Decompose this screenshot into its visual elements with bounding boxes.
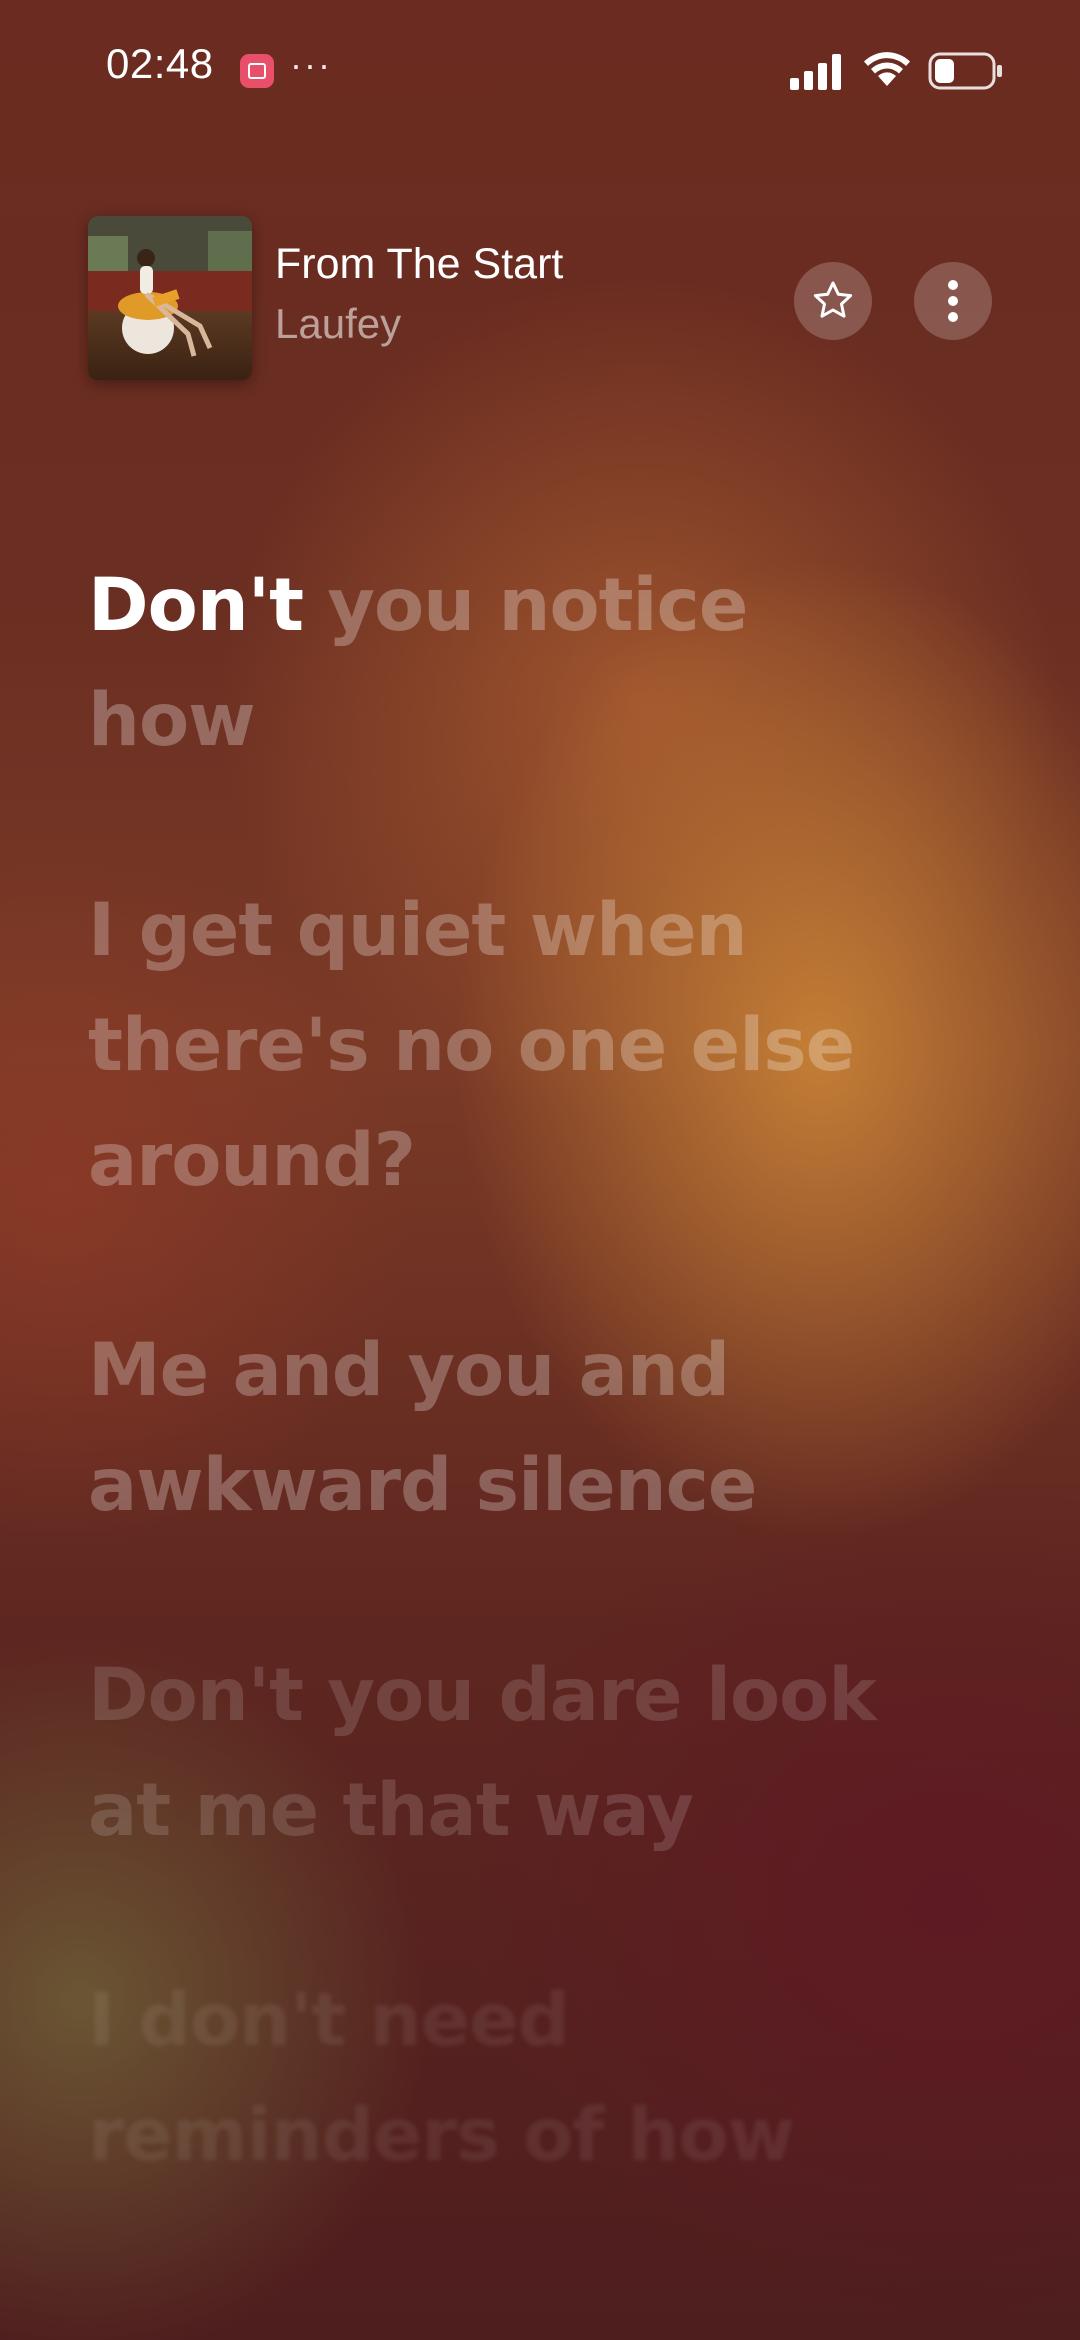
lyric-unsung-text: how xyxy=(88,678,256,763)
lyric-text: around? xyxy=(88,1118,416,1203)
lyric-line[interactable]: Me and you and awkward silence xyxy=(88,1313,988,1543)
lyric-text: reminders of how xyxy=(88,2093,795,2178)
battery-icon xyxy=(928,52,1002,90)
lyric-text: awkward silence xyxy=(88,1443,757,1528)
more-options-button[interactable] xyxy=(914,262,992,340)
app-notification-icon xyxy=(240,54,274,88)
lyric-text: there's no one else xyxy=(88,1003,855,1088)
lyric-sung-word: Don't xyxy=(88,563,304,648)
cellular-signal-icon xyxy=(790,54,841,90)
vertical-ellipsis-icon xyxy=(948,280,958,322)
song-title[interactable]: From The Start xyxy=(275,240,563,289)
now-playing-header: From The Start Laufey xyxy=(0,210,1080,390)
lyric-text: at me that way xyxy=(88,1768,694,1853)
album-artwork[interactable] xyxy=(88,216,252,380)
lyric-text: I don't need xyxy=(88,1978,570,2063)
wifi-icon xyxy=(864,52,910,86)
favorite-button[interactable] xyxy=(794,262,872,340)
lyric-line-current[interactable]: Don't you notice how xyxy=(88,548,988,778)
more-notifications-indicator: ··· xyxy=(290,44,332,85)
lyric-line[interactable]: I don't need reminders of how xyxy=(88,1963,988,2193)
status-time: 02:48 xyxy=(106,40,214,87)
star-outline-icon xyxy=(813,281,853,318)
artist-name[interactable]: Laufey xyxy=(275,300,401,348)
lyric-line[interactable]: I get quiet when there's no one else aro… xyxy=(88,873,988,1218)
lyric-line[interactable]: Don't you dare look at me that way xyxy=(88,1638,988,1868)
lyrics-view[interactable]: Don't you notice how I get quiet when th… xyxy=(88,548,988,2288)
lyric-text: I get quiet when xyxy=(88,888,748,973)
lyric-unsung-text: you notice xyxy=(327,563,748,648)
lyric-text: Me and you and xyxy=(88,1328,730,1413)
status-bar: 02:48 ··· xyxy=(0,0,1080,140)
lyric-text: Don't you dare look xyxy=(88,1653,877,1738)
